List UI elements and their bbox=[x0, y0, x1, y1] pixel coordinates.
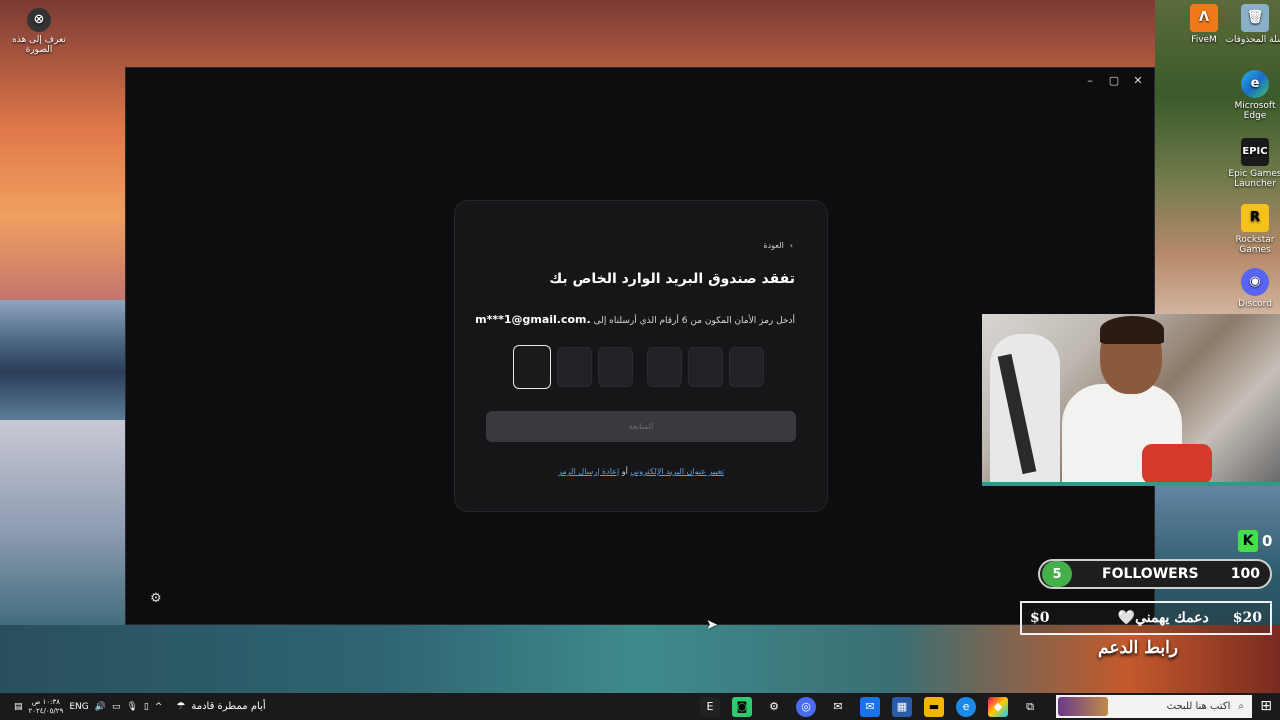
volume-icon[interactable]: 🔊 bbox=[95, 702, 106, 712]
battery-icon[interactable]: ▯ bbox=[144, 702, 149, 712]
followers-count: 5 bbox=[1042, 561, 1072, 587]
side-counter: 0 bbox=[1262, 532, 1273, 550]
window-controls: – ▢ ✕ bbox=[1080, 72, 1148, 88]
donation-goal: $20 bbox=[1232, 610, 1262, 626]
fivem-icon: Λ bbox=[1190, 4, 1218, 32]
messenger-icon[interactable]: ✉ bbox=[828, 697, 848, 717]
wallpaper-mountains bbox=[0, 300, 130, 420]
code-digit-input[interactable] bbox=[729, 347, 764, 387]
kick-icon: K bbox=[1238, 530, 1258, 552]
desktop-icon-label: تعرف إلى هذه الصورة bbox=[12, 35, 66, 55]
masked-email: m***1@gmail.com. bbox=[475, 313, 591, 326]
donation-goal-bar: $0 دعمك يهمني🤍 $20 bbox=[1020, 601, 1272, 635]
mouse-cursor-icon: ➤ bbox=[706, 617, 718, 633]
donation-current: $0 bbox=[1030, 610, 1050, 626]
rain-cloud-icon: ☂ bbox=[176, 701, 186, 712]
edge-icon[interactable]: e bbox=[956, 696, 976, 717]
verification-card: › العودة تفقد صندوق البريد الوارد الخاص … bbox=[454, 200, 828, 512]
desktop-icon-discord[interactable]: ◉ Discord bbox=[1225, 268, 1280, 309]
continue-button[interactable]: المتابعة bbox=[486, 411, 796, 442]
desktop-icon-recycle-bin[interactable]: 🗑 سلة المحذوفات bbox=[1225, 4, 1280, 45]
desktop-icon-learn-picture[interactable]: ⊗ تعرف إلى هذه الصورة bbox=[9, 8, 69, 55]
taskbar-apps: E ◙ ⚙ ◎ ✉ ✉ ▦ ▬ e ◆ ⧉ bbox=[700, 693, 1040, 720]
search-placeholder: اكتب هنا للبحث bbox=[1166, 701, 1231, 712]
clock[interactable]: ١٠:٣٨ ص ٢٠٢٤/٠٥/٢٩ bbox=[29, 698, 64, 716]
chevron-right-icon: › bbox=[789, 241, 793, 250]
desktop-icon-label: Microsoft Edge bbox=[1234, 101, 1276, 121]
followers-goal-bar: 5 FOLLOWERS 100 bbox=[1038, 559, 1272, 589]
wallpaper-shore bbox=[0, 625, 1280, 693]
resend-code-link[interactable]: إعادة إرسال الرمز bbox=[558, 467, 619, 476]
code-separator bbox=[639, 347, 647, 389]
file-explorer-icon[interactable]: ▬ bbox=[924, 696, 944, 717]
epic-games-icon[interactable]: E bbox=[700, 696, 720, 717]
taskbar: ▤ ١٠:٣٨ ص ٢٠٢٤/٠٥/٢٩ ENG 🔊 ▭ 🎙 ▯ ^ أيام … bbox=[0, 693, 1280, 720]
rockstar-icon: R bbox=[1241, 204, 1269, 232]
alternate-actions: تغيير عنوان البريد الإلكتروني أو إعادة إ… bbox=[455, 467, 827, 476]
search-icon: ⌕ bbox=[1238, 701, 1244, 712]
code-digit-input[interactable] bbox=[598, 347, 633, 387]
code-digit-input[interactable] bbox=[513, 345, 551, 389]
donation-message: دعمك يهمني🤍 bbox=[1117, 610, 1209, 626]
back-link[interactable]: › العودة bbox=[763, 241, 793, 250]
settings-gear-icon[interactable]: ⚙ bbox=[150, 591, 162, 606]
store-icon[interactable]: ▦ bbox=[892, 696, 912, 717]
weather-text: أيام ممطرة قادمة bbox=[191, 701, 266, 712]
clock-time: ١٠:٣٨ ص bbox=[31, 697, 60, 706]
person-shorts bbox=[1142, 444, 1212, 482]
network-icon[interactable]: ▭ bbox=[112, 702, 121, 712]
desktop-icon-epic-games[interactable]: EPIC Epic Games Launcher bbox=[1225, 138, 1280, 189]
webcam-feed bbox=[982, 314, 1280, 486]
epic-games-icon: EPIC bbox=[1241, 138, 1269, 166]
browser-icon[interactable]: ◎ bbox=[796, 696, 816, 717]
copilot-icon[interactable]: ◆ bbox=[988, 696, 1008, 717]
camera-icon: ⊗ bbox=[27, 8, 51, 32]
language-indicator[interactable]: ENG bbox=[69, 702, 88, 712]
change-email-link[interactable]: تغيير عنوان البريد الإلكتروني bbox=[630, 467, 724, 476]
search-highlight-thumbnail bbox=[1058, 697, 1108, 716]
followers-label: FOLLOWERS bbox=[1102, 566, 1199, 582]
desktop-icon-rockstar[interactable]: R Rockstar Games bbox=[1225, 204, 1280, 255]
task-view-icon[interactable]: ⧉ bbox=[1020, 697, 1040, 717]
microphone-icon[interactable]: 🎙 bbox=[126, 702, 137, 712]
code-digit-input[interactable] bbox=[688, 347, 723, 387]
taskbar-search[interactable]: ⌕ اكتب هنا للبحث bbox=[1056, 695, 1252, 718]
windows-start-icon[interactable]: ⊞ bbox=[1260, 698, 1272, 714]
maximize-button[interactable]: ▢ bbox=[1104, 72, 1124, 88]
desktop-icon-label: Rockstar Games bbox=[1235, 235, 1275, 255]
desktop-icon-edge[interactable]: e Microsoft Edge bbox=[1225, 70, 1280, 121]
page-title: تفقد صندوق البريد الوارد الخاص بك bbox=[549, 271, 795, 287]
support-link-text: رابط الدعم bbox=[1098, 638, 1179, 658]
person-hair bbox=[1100, 316, 1164, 344]
weather-widget[interactable]: أيام ممطرة قادمة ☂ bbox=[176, 701, 265, 712]
edge-icon: e bbox=[1241, 70, 1269, 98]
back-label: العودة bbox=[763, 241, 784, 250]
mail-icon[interactable]: ✉ bbox=[860, 696, 880, 717]
code-input-group bbox=[513, 345, 770, 389]
chevron-up-icon[interactable]: ^ bbox=[155, 702, 163, 712]
or-text: أو bbox=[621, 467, 628, 476]
followers-goal: 100 bbox=[1230, 566, 1260, 582]
desktop-icon-label: سلة المحذوفات bbox=[1225, 35, 1280, 45]
chat-app-icon[interactable]: ◙ bbox=[732, 696, 752, 717]
desktop-icon-label: Epic Games Launcher bbox=[1228, 169, 1280, 189]
notification-icon[interactable]: ▤ bbox=[14, 702, 23, 712]
discord-icon: ◉ bbox=[1241, 268, 1269, 296]
clock-date: ٢٠٢٤/٠٥/٢٩ bbox=[28, 706, 64, 715]
minimize-button[interactable]: – bbox=[1080, 72, 1100, 88]
instruction-body: أدخل رمز الأمان المكون من 6 أرقام الذي أ… bbox=[593, 316, 795, 326]
desktop-icon-label: Discord bbox=[1238, 299, 1272, 309]
system-tray: ▤ ١٠:٣٨ ص ٢٠٢٤/٠٥/٢٩ ENG 🔊 ▭ 🎙 ▯ ^ bbox=[0, 698, 162, 716]
close-button[interactable]: ✕ bbox=[1128, 72, 1148, 88]
code-digit-input[interactable] bbox=[647, 347, 682, 387]
instruction-text: أدخل رمز الأمان المكون من 6 أرقام الذي أ… bbox=[475, 313, 795, 326]
code-digit-input[interactable] bbox=[557, 347, 592, 387]
settings-gear-icon[interactable]: ⚙ bbox=[764, 697, 784, 717]
recycle-bin-icon: 🗑 bbox=[1241, 4, 1269, 32]
